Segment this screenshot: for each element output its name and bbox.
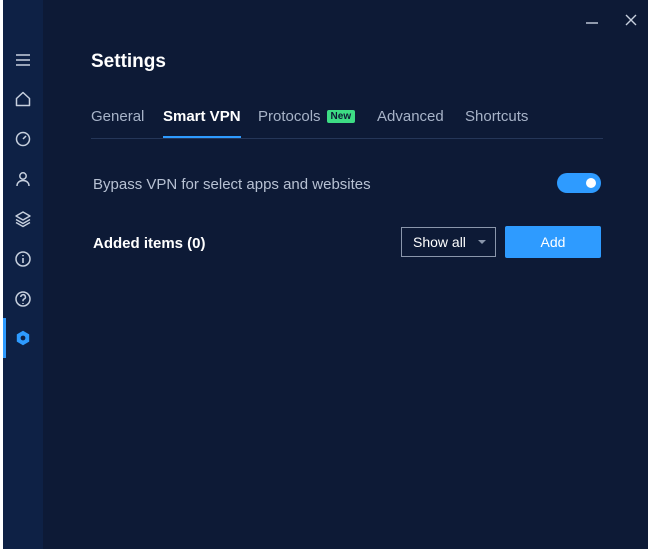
- tab-shortcuts[interactable]: Shortcuts: [465, 108, 528, 125]
- sidebar: [3, 0, 43, 549]
- sidebar-item-speed[interactable]: [3, 119, 43, 159]
- minimize-button[interactable]: [582, 10, 602, 30]
- account-icon: [16, 172, 30, 187]
- new-badge: New: [326, 110, 356, 123]
- settings-icon: [16, 330, 30, 346]
- tab-protocols[interactable]: Protocols New: [258, 108, 356, 125]
- info-icon: [15, 251, 31, 267]
- sidebar-item-layers[interactable]: [3, 199, 43, 239]
- close-button[interactable]: [621, 10, 641, 30]
- help-icon: [15, 291, 31, 307]
- add-button[interactable]: Add: [505, 226, 601, 258]
- chevron-down-icon: [478, 240, 486, 244]
- tab-general[interactable]: General: [91, 108, 144, 125]
- speed-icon: [15, 131, 31, 147]
- layers-icon: [15, 211, 31, 228]
- sidebar-item-help[interactable]: [3, 279, 43, 319]
- menu-button[interactable]: [3, 40, 43, 80]
- sidebar-item-info[interactable]: [3, 239, 43, 279]
- bypass-vpn-toggle[interactable]: [557, 173, 601, 193]
- close-icon: [625, 14, 637, 26]
- added-items-heading: Added items (0): [93, 235, 206, 252]
- home-icon: [15, 91, 31, 107]
- app-window: Settings General Smart VPN Protocols New …: [3, 0, 648, 549]
- page-title: Settings: [91, 51, 166, 72]
- sidebar-item-home[interactable]: [3, 79, 43, 119]
- filter-dropdown-value: Show all: [413, 234, 466, 250]
- minimize-icon: [586, 22, 598, 24]
- menu-icon: [16, 54, 30, 66]
- bypass-vpn-label: Bypass VPN for select apps and websites: [93, 176, 371, 193]
- tab-bar: General Smart VPN Protocols New Advanced …: [91, 106, 603, 139]
- filter-dropdown[interactable]: Show all: [401, 227, 496, 257]
- tab-smart-vpn[interactable]: Smart VPN: [163, 108, 241, 138]
- sidebar-item-account[interactable]: [3, 159, 43, 199]
- toggle-knob: [586, 178, 596, 188]
- sidebar-item-settings[interactable]: [3, 318, 43, 358]
- tab-protocols-label: Protocols: [258, 108, 321, 125]
- tab-advanced[interactable]: Advanced: [377, 108, 444, 125]
